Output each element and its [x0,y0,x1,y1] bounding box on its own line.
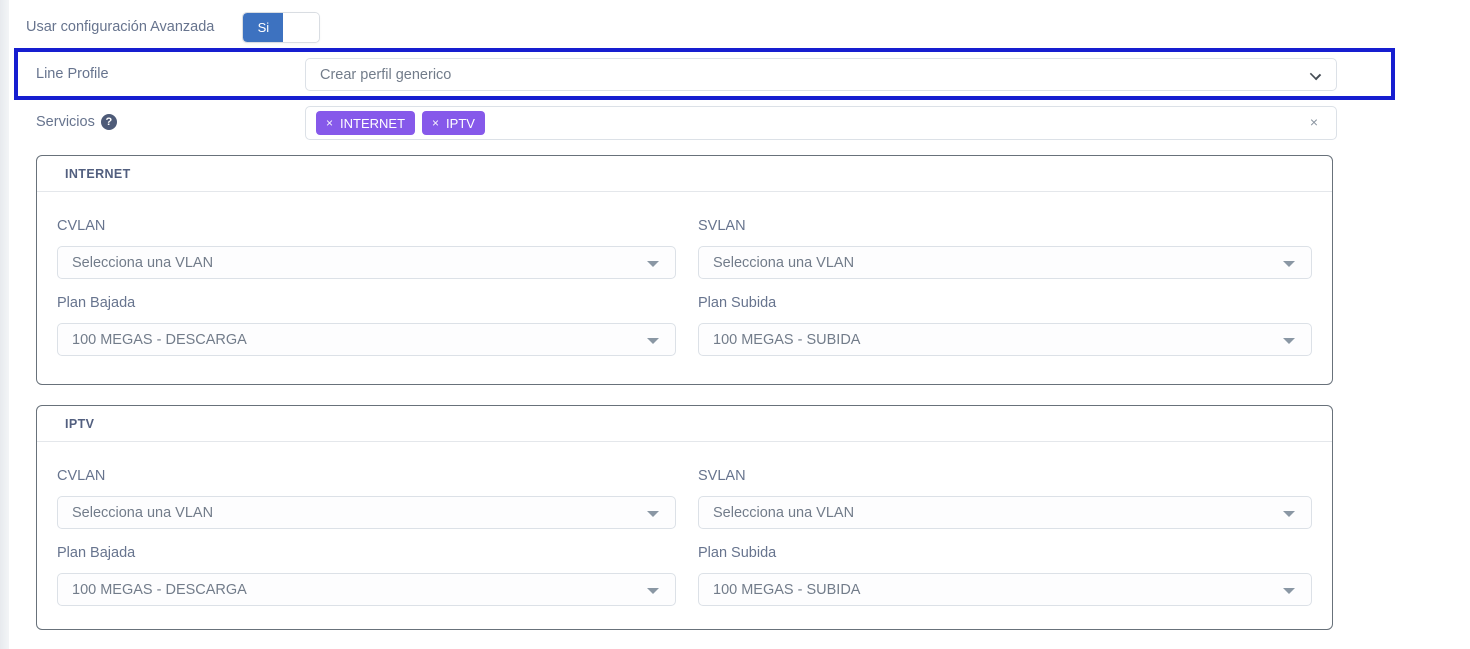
internet-card-header: INTERNET [37,156,1332,192]
line-profile-selected-value: Crear perfil generico [320,67,451,83]
advanced-config-row: Usar configuración Avanzada Si [26,11,320,43]
cvlan-select[interactable]: Selecciona una VLAN [57,496,676,529]
svlan-label: SVLAN [698,468,1312,484]
iptv-card-body: CVLAN Selecciona una VLAN SVLAN Seleccio… [37,442,1332,606]
cvlan-select-value: Selecciona una VLAN [72,505,213,521]
plan-bajada-label: Plan Bajada [57,545,676,561]
advanced-config-label: Usar configuración Avanzada [26,19,214,35]
line-profile-row: Line Profile Crear perfil generico [14,48,1395,100]
toggle-on-segment[interactable]: Si [243,13,283,42]
cvlan-select[interactable]: Selecciona una VLAN [57,246,676,279]
caret-down-icon [1283,338,1295,344]
toggle-off-segment[interactable] [283,13,319,42]
caret-down-icon [647,261,659,267]
iptv-card: IPTV CVLAN Selecciona una VLAN SVLAN Sel… [36,405,1333,630]
cvlan-select-value: Selecciona una VLAN [72,255,213,271]
field-grid: CVLAN Selecciona una VLAN SVLAN Seleccio… [57,468,1312,529]
field-grid: CVLAN Selecciona una VLAN SVLAN Seleccio… [57,218,1312,279]
servicios-row: Servicios ? × INTERNET × IPTV × [36,106,1390,140]
plan-bajada-select[interactable]: 100 MEGAS - DESCARGA [57,323,676,356]
cvlan-label: CVLAN [57,218,676,234]
help-icon[interactable]: ? [101,114,117,130]
line-profile-label: Line Profile [36,66,109,82]
cvlan-label: CVLAN [57,468,676,484]
field-cvlan: CVLAN Selecciona una VLAN [57,468,676,529]
remove-tag-icon[interactable]: × [326,116,333,130]
field-plan-bajada: Plan Bajada 100 MEGAS - DESCARGA [57,295,676,356]
plan-subida-select[interactable]: 100 MEGAS - SUBIDA [698,573,1312,606]
caret-down-icon [647,511,659,517]
remove-tag-icon[interactable]: × [432,116,439,130]
svlan-label: SVLAN [698,218,1312,234]
chevron-down-icon [1310,69,1321,80]
internet-card-title: INTERNET [65,167,131,181]
servicios-multiselect[interactable]: × INTERNET × IPTV × [305,106,1337,140]
field-plan-subida: Plan Subida 100 MEGAS - SUBIDA [698,295,1312,356]
tag-internet: × INTERNET [316,111,415,135]
svlan-select-value: Selecciona una VLAN [713,255,854,271]
advanced-config-toggle[interactable]: Si [242,12,320,43]
iptv-card-title: IPTV [65,417,94,431]
field-grid: Plan Bajada 100 MEGAS - DESCARGA Plan Su… [57,545,1312,606]
plan-subida-select-value: 100 MEGAS - SUBIDA [713,582,860,598]
plan-subida-label: Plan Subida [698,545,1312,561]
plan-bajada-select[interactable]: 100 MEGAS - DESCARGA [57,573,676,606]
tag-iptv: × IPTV [422,111,485,135]
line-profile-select[interactable]: Crear perfil generico [305,58,1337,91]
tag-label: INTERNET [340,116,405,131]
field-grid: Plan Bajada 100 MEGAS - DESCARGA Plan Su… [57,295,1312,356]
caret-down-icon [1283,588,1295,594]
field-svlan: SVLAN Selecciona una VLAN [698,468,1312,529]
field-plan-bajada: Plan Bajada 100 MEGAS - DESCARGA [57,545,676,606]
svlan-select[interactable]: Selecciona una VLAN [698,246,1312,279]
caret-down-icon [1283,261,1295,267]
caret-down-icon [647,338,659,344]
field-cvlan: CVLAN Selecciona una VLAN [57,218,676,279]
plan-subida-select[interactable]: 100 MEGAS - SUBIDA [698,323,1312,356]
field-plan-subida: Plan Subida 100 MEGAS - SUBIDA [698,545,1312,606]
page-edge-strip [0,0,9,649]
plan-bajada-select-value: 100 MEGAS - DESCARGA [72,332,247,348]
plan-subida-label: Plan Subida [698,295,1312,311]
plan-bajada-label: Plan Bajada [57,295,676,311]
iptv-card-header: IPTV [37,406,1332,442]
internet-card: INTERNET CVLAN Selecciona una VLAN SVLAN… [36,155,1333,385]
caret-down-icon [647,588,659,594]
internet-card-body: CVLAN Selecciona una VLAN SVLAN Seleccio… [37,192,1332,356]
servicios-label: Servicios ? [36,114,117,130]
field-svlan: SVLAN Selecciona una VLAN [698,218,1312,279]
servicios-label-text: Servicios [36,114,95,130]
form-page: Usar configuración Avanzada Si Line Prof… [0,0,1470,649]
caret-down-icon [1283,511,1295,517]
plan-bajada-select-value: 100 MEGAS - DESCARGA [72,582,247,598]
plan-subida-select-value: 100 MEGAS - SUBIDA [713,332,860,348]
svlan-select[interactable]: Selecciona una VLAN [698,496,1312,529]
svlan-select-value: Selecciona una VLAN [713,505,854,521]
tag-label: IPTV [446,116,475,131]
clear-selection-icon[interactable]: × [1310,115,1318,129]
